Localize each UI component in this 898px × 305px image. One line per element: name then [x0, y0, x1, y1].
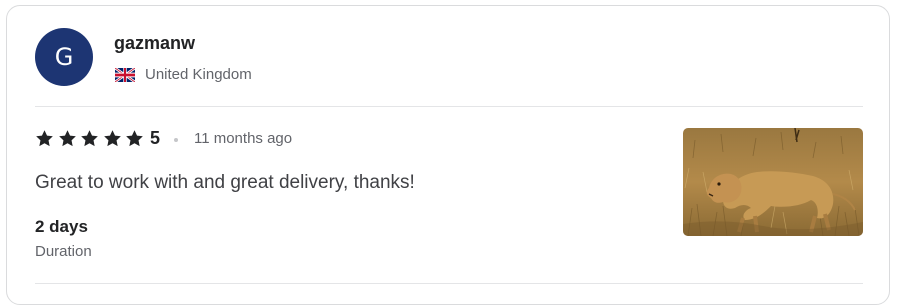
duration-value: 2 days [35, 217, 88, 236]
reviewer-username[interactable]: gazmanw [114, 33, 195, 54]
reviewer-country: United Kingdom [115, 66, 252, 83]
rating-value: 5 [149, 128, 160, 148]
star-icon [36, 130, 53, 147]
star-icon [81, 130, 98, 147]
country-name: United Kingdom [145, 66, 252, 83]
divider [35, 106, 863, 107]
separator-dot [173, 137, 178, 142]
uk-flag-icon [115, 67, 135, 82]
divider [35, 283, 863, 284]
star-icon [103, 130, 121, 147]
star-icon [126, 130, 144, 147]
duration-label: Duration [35, 243, 92, 260]
review-card: G gazmanw United Kingdom 5 11 months ago… [6, 5, 890, 305]
avatar[interactable]: G [35, 28, 93, 86]
review-text: Great to work with and great delivery, t… [35, 172, 415, 193]
rating-row: 5 11 months ago [35, 128, 292, 149]
star-icon [58, 130, 76, 147]
gig-thumbnail-image[interactable] [683, 128, 863, 236]
review-time: 11 months ago [193, 130, 293, 147]
star-rating [35, 129, 148, 148]
